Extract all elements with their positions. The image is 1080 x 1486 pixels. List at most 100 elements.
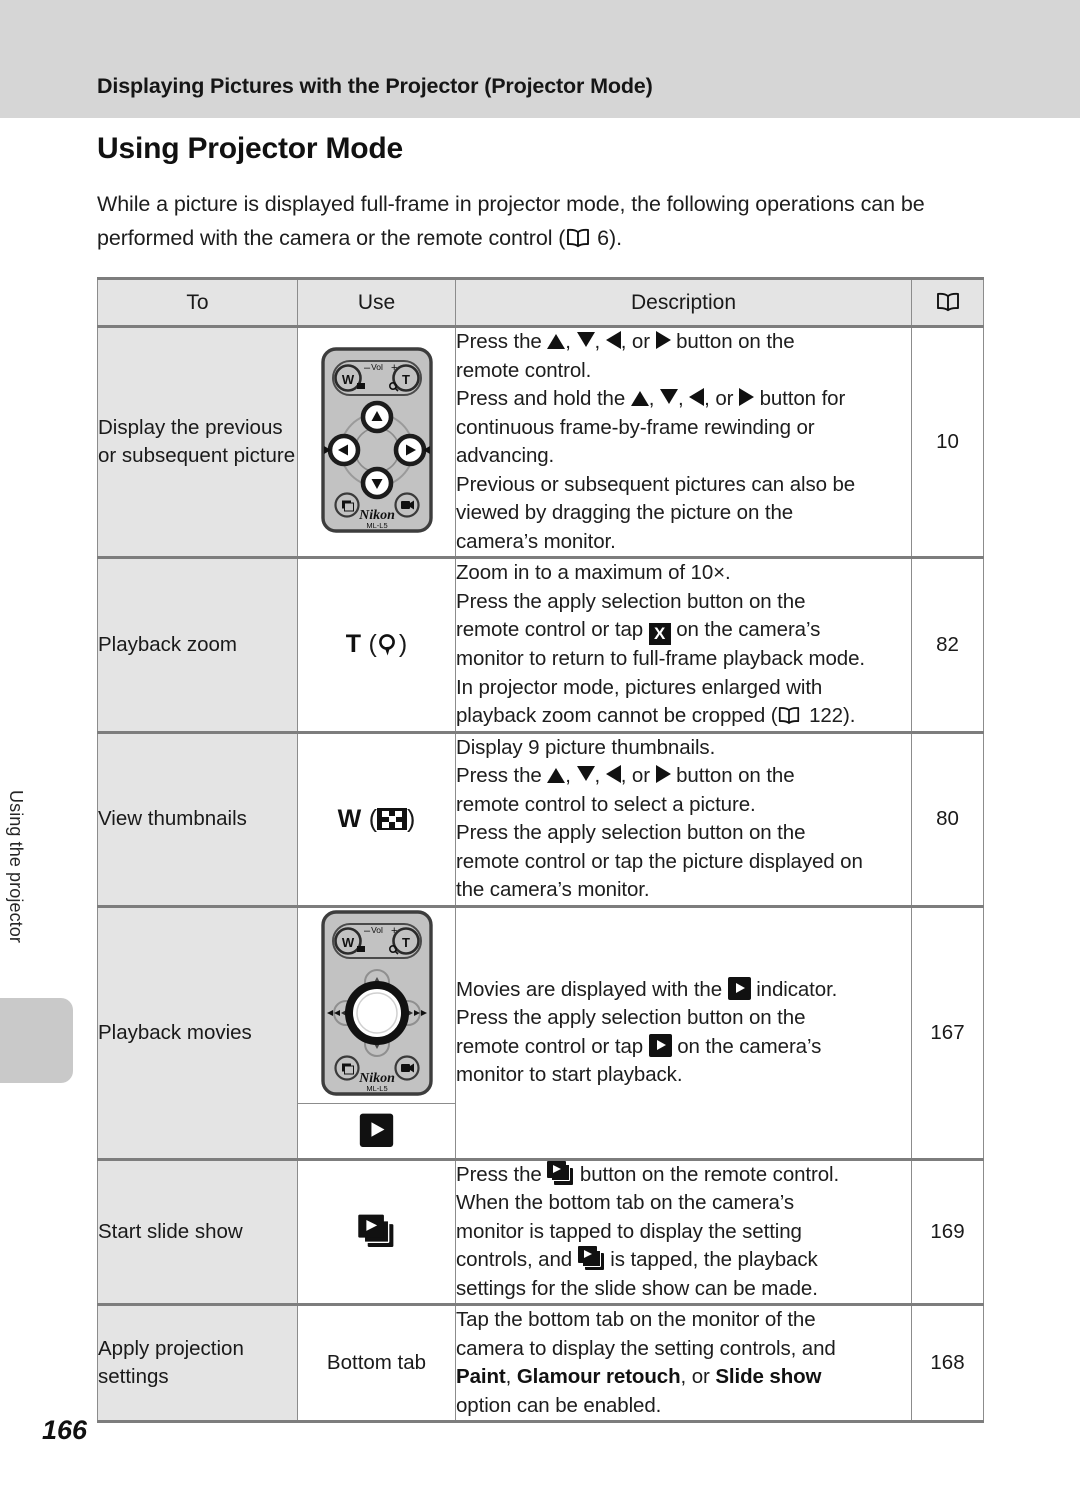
desc-line: monitor is tapped to display the setting xyxy=(456,1219,802,1243)
exit-zoom-x-badge-icon: X xyxy=(648,623,671,645)
desc-line: Press the apply selection button on the xyxy=(456,589,806,613)
cell-description: Movies are displayed with the indicator.… xyxy=(455,904,912,1160)
svg-text:ML-L5: ML-L5 xyxy=(366,1084,387,1093)
svg-text:+: + xyxy=(391,362,397,374)
cell-use: W () xyxy=(297,730,456,907)
cell-description: Display 9 picture thumbnails. Press the … xyxy=(455,730,912,907)
svg-text:W: W xyxy=(341,372,354,387)
desc-line: camera to display the setting controls, … xyxy=(456,1336,836,1360)
cell-page-reference: 167 xyxy=(911,904,984,1160)
cell-page-reference: 82 xyxy=(911,556,984,733)
desc-line: remote control to select a picture. xyxy=(456,792,756,816)
table-header-row: To Use Description xyxy=(97,278,984,328)
book-reference-icon xyxy=(777,705,803,725)
cell-page-reference: 169 xyxy=(911,1157,984,1305)
tele-zoom-symbol: T xyxy=(345,630,362,659)
slideshow-stack-icon xyxy=(547,1160,574,1186)
desc-line: Paint, Glamour retouch, or Slide show xyxy=(456,1365,822,1388)
desc-line: viewed by dragging the picture on the xyxy=(456,501,794,524)
desc-line: Press the , , , or button on the xyxy=(456,330,795,353)
cell-use: T () xyxy=(297,556,456,733)
desc-line: settings for the slide show can be made. xyxy=(456,1276,818,1300)
desc-line: monitor to return to full-frame playback… xyxy=(456,647,865,670)
option-paint: Paint xyxy=(456,1365,506,1388)
cell-use: Bottom tab xyxy=(297,1303,456,1422)
running-head-band: Displaying Pictures with the Projector (… xyxy=(0,0,1080,118)
down-triangle-icon xyxy=(576,332,595,347)
desc-line: In projector mode, pictures enlarged wit… xyxy=(456,675,823,699)
projector-operations-table: To Use Description Display the previous … xyxy=(97,277,984,1423)
cell-to: Playback zoom xyxy=(97,556,298,733)
intro-line-2-after: 6). xyxy=(591,226,622,250)
remote-control-dpad-illustration: W T – Vol + Nikon ML-L5 xyxy=(315,345,439,540)
slideshow-button-symbol xyxy=(358,1214,394,1249)
svg-text:W: W xyxy=(341,935,354,950)
svg-text:–: – xyxy=(364,362,371,374)
desc-line: camera’s monitor. xyxy=(456,529,616,553)
svg-text:ML-L5: ML-L5 xyxy=(366,521,387,530)
desc-line: controls, and is tapped, the playback xyxy=(456,1246,818,1271)
cell-page-reference: 80 xyxy=(911,730,984,907)
cell-use xyxy=(297,1102,456,1160)
cell-to: View thumbnails xyxy=(97,730,298,907)
cell-use: W T – Vol + Nikon ML-L5 xyxy=(297,904,456,1104)
down-triangle-icon xyxy=(576,766,595,781)
header-description: Description xyxy=(455,278,912,328)
header-page-reference xyxy=(911,278,984,328)
slideshow-stack-icon xyxy=(577,1246,605,1271)
cell-use: W T – Vol + Nikon ML-L5 xyxy=(297,325,456,558)
page-title: Using Projector Mode xyxy=(97,132,404,165)
table-row: Display the previous or subsequent pictu… xyxy=(97,325,984,558)
movie-play-badge-icon xyxy=(359,1113,394,1147)
desc-line: the camera’s monitor. xyxy=(456,878,650,901)
intro-paragraph: While a picture is displayed full-frame … xyxy=(97,187,983,255)
desc-line: option can be enabled. xyxy=(456,1393,662,1417)
cell-use xyxy=(297,1157,456,1305)
desc-line: Press the , , , or button on the xyxy=(456,764,795,787)
cell-description: Tap the bottom tab on the monitor of the… xyxy=(455,1303,912,1422)
paren-open: ( xyxy=(361,630,377,659)
right-triangle-icon xyxy=(655,765,671,783)
wide-thumbnail-symbol: W xyxy=(337,804,362,833)
desc-line: remote control or tap on the camera’s xyxy=(456,1033,822,1058)
svg-text:Vol: Vol xyxy=(371,362,383,372)
paren-open: ( xyxy=(361,804,378,833)
option-glamour-retouch: Glamour retouch xyxy=(516,1365,681,1388)
table-row: Playback zoom T () Zoom in to a maximum … xyxy=(97,556,984,733)
movie-play-badge-icon xyxy=(648,1033,672,1057)
desc-line: Display 9 picture thumbnails. xyxy=(456,735,716,759)
cell-to: Start slide show xyxy=(97,1157,298,1305)
desc-line: When the bottom tab on the camera’s xyxy=(456,1191,794,1214)
table-row: Start slide show Press the button on the… xyxy=(97,1157,984,1305)
cell-description: Press the button on the remote control. … xyxy=(455,1157,912,1305)
down-triangle-icon xyxy=(659,389,678,404)
left-triangle-icon xyxy=(605,331,621,349)
page-number: 166 xyxy=(42,1415,88,1445)
desc-line: remote control. xyxy=(456,358,592,382)
book-reference-icon xyxy=(565,224,591,248)
desc-line: remote control or tap X on the camera’s xyxy=(456,618,821,645)
up-triangle-icon xyxy=(547,334,566,349)
book-reference-icon xyxy=(935,292,961,312)
header-use: Use xyxy=(297,278,456,328)
slideshow-stack-icon xyxy=(358,1214,394,1249)
desc-line: Zoom in to a maximum of 10×. xyxy=(456,561,731,584)
left-triangle-icon xyxy=(605,765,621,783)
svg-text:T: T xyxy=(402,372,410,387)
cell-page-reference: 10 xyxy=(911,325,984,558)
chapter-side-tab-marker xyxy=(0,998,73,1083)
desc-line: remote control or tap the picture displa… xyxy=(456,849,863,873)
right-triangle-icon xyxy=(655,331,671,349)
page-main-column: Using Projector Mode While a picture is … xyxy=(97,132,984,1423)
remote-control-center-button-illustration: W T – Vol + Nikon ML-L5 xyxy=(315,908,439,1103)
cell-to: Display the previous or subsequent pictu… xyxy=(97,325,298,558)
desc-line: continuous frame-by-frame rewinding or xyxy=(456,415,815,439)
svg-text:Vol: Vol xyxy=(371,925,383,935)
bottom-tab-label: Bottom tab xyxy=(326,1351,427,1374)
table-row: View thumbnails W () Display 9 picture t… xyxy=(97,730,984,907)
left-triangle-icon xyxy=(689,388,705,406)
table-row: Playback movies W T – Vol + Nikon ML-L5 … xyxy=(97,904,984,1160)
intro-line-1: While a picture is displayed full-frame … xyxy=(97,192,855,216)
desc-line: Press and hold the , , , or button for xyxy=(456,387,846,410)
header-to: To xyxy=(97,278,298,328)
